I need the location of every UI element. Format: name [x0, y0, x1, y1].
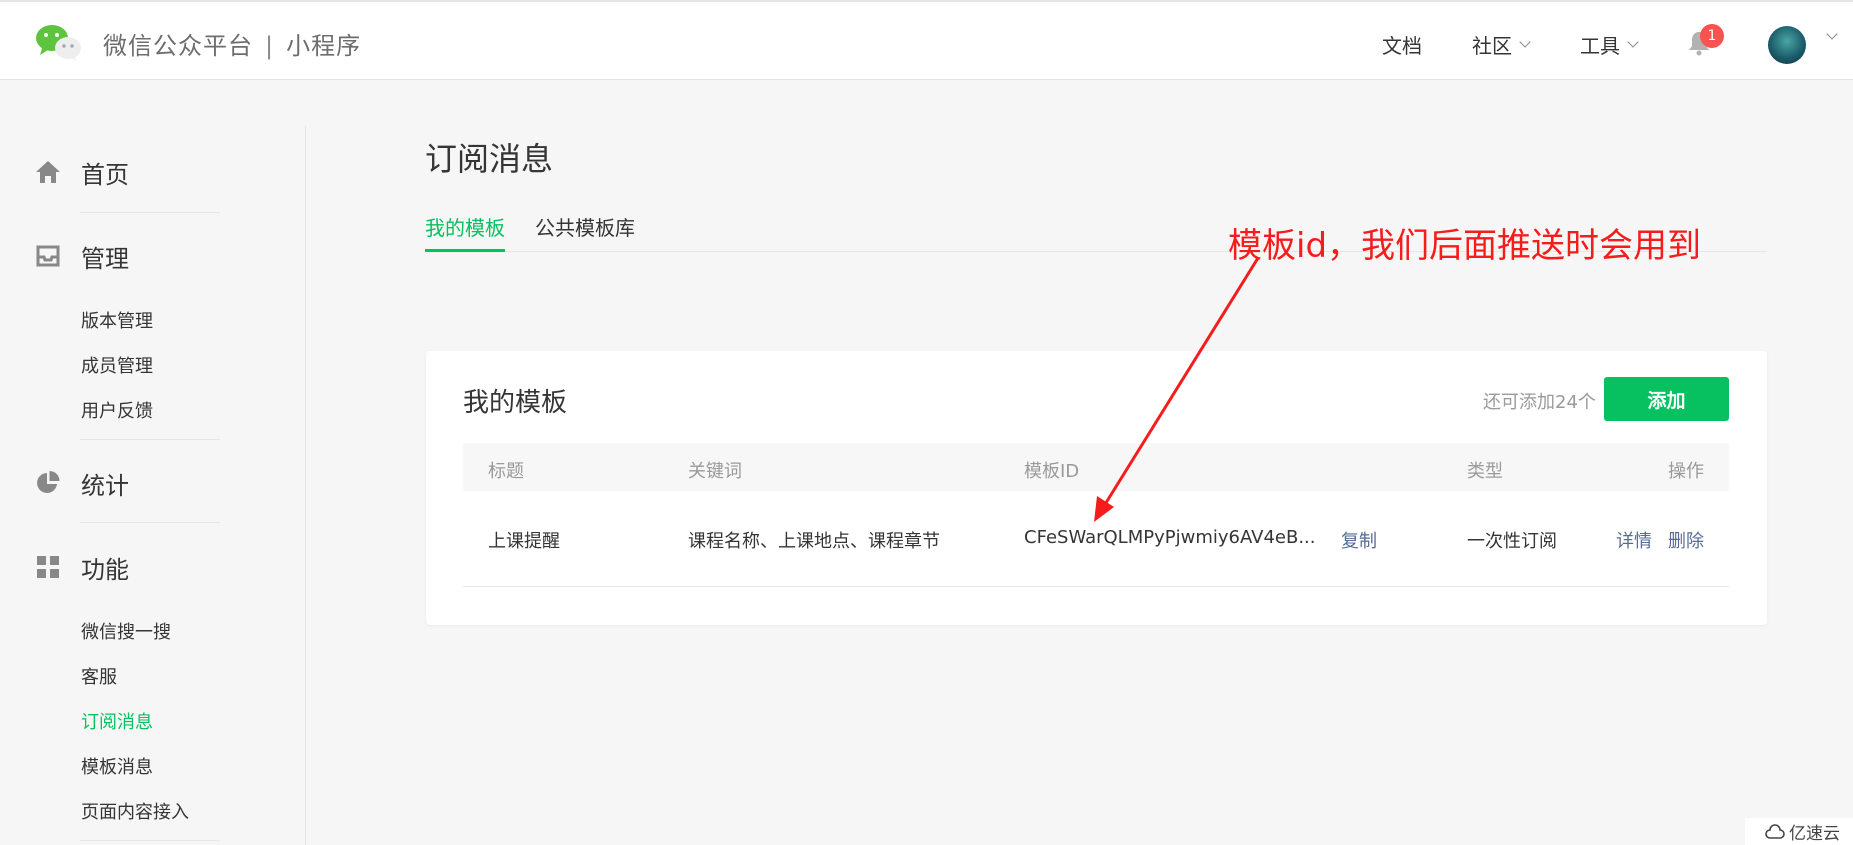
column-header-title: 标题 [488, 461, 524, 482]
sidebar-item-manage[interactable]: 管理 [35, 240, 129, 273]
sidebar-item-label: 功能 [81, 555, 129, 584]
column-header-actions: 操作 [1668, 461, 1704, 482]
table-header: 标题 关键词 模板ID 类型 操作 [463, 443, 1729, 491]
chevron-down-icon[interactable] [1826, 28, 1838, 40]
cell-title: 上课提醒 [488, 531, 560, 552]
brand-title[interactable]: 微信公众平台 | 小程序 [103, 26, 361, 61]
chevron-down-icon [1627, 36, 1639, 48]
cell-template-id: CFeSWarQLMPyPjwmiy6AV4eB... [1024, 527, 1316, 548]
chevron-down-icon [1519, 36, 1531, 48]
sidebar-item-home[interactable]: 首页 [35, 156, 129, 189]
grid-icon [35, 554, 61, 580]
annotation-text: 模板id，我们后面推送时会用到 [1228, 226, 1702, 266]
notification-badge: 1 [1700, 24, 1724, 48]
tab-my-templates[interactable]: 我的模板 [425, 212, 505, 252]
product-name: 小程序 [286, 32, 362, 60]
sidebar-item-template-message[interactable]: 模板消息 [81, 753, 153, 779]
tab-public-library[interactable]: 公共模板库 [535, 212, 635, 252]
divider [80, 212, 220, 213]
sidebar-item-feedback[interactable]: 用户反馈 [81, 397, 153, 423]
cloud-icon [1765, 823, 1785, 839]
sidebar-item-label: 首页 [81, 160, 129, 189]
nav-docs-label: 文档 [1382, 34, 1422, 58]
avatar[interactable] [1768, 26, 1806, 64]
sidebar-item-stats[interactable]: 统计 [35, 467, 129, 500]
nav-tools[interactable]: 工具 [1580, 30, 1639, 59]
inbox-icon [35, 243, 61, 269]
top-header: 微信公众平台 | 小程序 文档 社区 工具 1 [0, 0, 1853, 80]
home-icon [35, 159, 61, 185]
divider [80, 439, 220, 440]
sidebar-item-page-content[interactable]: 页面内容接入 [81, 798, 189, 824]
divider [80, 522, 220, 523]
nav-tools-label: 工具 [1580, 34, 1620, 58]
sidebar-item-label: 管理 [81, 244, 129, 273]
column-header-template-id: 模板ID [1024, 461, 1080, 482]
sidebar-item-customer-service[interactable]: 客服 [81, 663, 117, 689]
sidebar-item-label: 统计 [81, 471, 129, 500]
nav-community-label: 社区 [1472, 34, 1512, 58]
templates-card: 我的模板 还可添加24个 添加 标题 关键词 模板ID 类型 操作 上课提醒 课… [426, 351, 1767, 625]
add-button[interactable]: 添加 [1604, 377, 1729, 421]
nav-docs[interactable]: 文档 [1382, 30, 1422, 59]
cell-keywords: 课程名称、上课地点、课程章节 [688, 531, 940, 552]
card-title: 我的模板 [463, 388, 568, 418]
table-row: 上课提醒 课程名称、上课地点、课程章节 CFeSWarQLMPyPjwmiy6A… [463, 491, 1729, 587]
column-header-type: 类型 [1467, 461, 1503, 482]
sidebar-item-version[interactable]: 版本管理 [81, 307, 153, 333]
nav-community[interactable]: 社区 [1472, 30, 1531, 59]
watermark-text: 亿速云 [1789, 824, 1840, 844]
brand-name: 微信公众平台 [103, 32, 253, 60]
sidebar-item-members[interactable]: 成员管理 [81, 352, 153, 378]
sidebar-item-subscribe-message[interactable]: 订阅消息 [81, 708, 153, 734]
column-header-keywords: 关键词 [688, 461, 742, 482]
detail-link[interactable]: 详情 [1616, 527, 1652, 553]
sidebar: 首页 管理 版本管理 成员管理 用户反馈 统计 功能 微信搜一搜 客服 订阅消息… [0, 126, 306, 845]
page-title: 订阅消息 [425, 140, 554, 178]
divider [80, 840, 220, 841]
watermark: 亿速云 [1745, 818, 1853, 845]
pie-chart-icon [35, 470, 61, 496]
copy-link[interactable]: 复制 [1341, 527, 1377, 553]
delete-link[interactable]: 删除 [1668, 527, 1704, 553]
remaining-count: 还可添加24个 [1483, 392, 1596, 413]
sidebar-item-wechat-search[interactable]: 微信搜一搜 [81, 618, 171, 644]
wechat-logo-icon[interactable] [34, 22, 82, 62]
cell-type: 一次性订阅 [1467, 531, 1557, 552]
sidebar-item-features[interactable]: 功能 [35, 551, 129, 584]
brand-separator: | [265, 32, 275, 60]
